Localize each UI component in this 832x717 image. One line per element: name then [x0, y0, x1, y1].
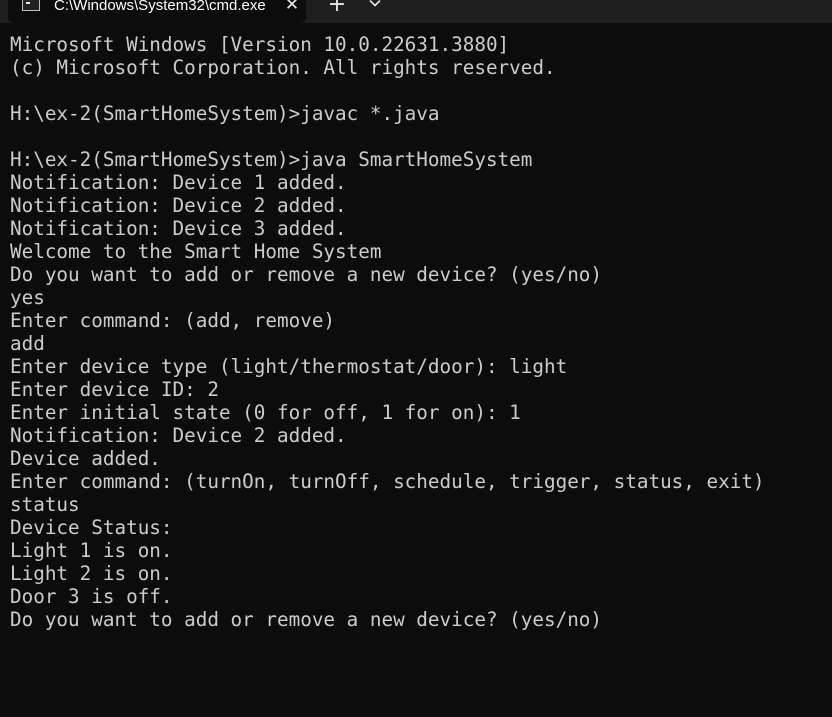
- console-line: yes: [10, 286, 45, 309]
- console-line: Do you want to add or remove a new devic…: [10, 263, 603, 286]
- console-line: Enter device type (light/thermostat/door…: [10, 355, 568, 378]
- console-line: Welcome to the Smart Home System: [10, 240, 382, 263]
- console-line: Notification: Device 2 added.: [10, 424, 347, 447]
- console-line: Do you want to add or remove a new devic…: [10, 608, 603, 631]
- plus-icon[interactable]: +: [322, 0, 352, 18]
- console-line: Light 1 is on.: [10, 539, 173, 562]
- console-line: Device Status:: [10, 516, 173, 539]
- console-output[interactable]: Microsoft Windows [Version 10.0.22631.38…: [10, 33, 828, 713]
- cmd-icon: [22, 0, 40, 11]
- console-line: Notification: Device 3 added.: [10, 217, 347, 240]
- title-bar: C:\Windows\System32\cmd.exe ✕ +: [0, 0, 832, 23]
- console-line: Enter device ID: 2: [10, 378, 219, 401]
- console-line: Enter command: (add, remove): [10, 309, 336, 332]
- console-line: add: [10, 332, 45, 355]
- console-line: Enter initial state (0 for off, 1 for on…: [10, 401, 521, 424]
- tab-title: C:\Windows\System32\cmd.exe: [54, 0, 266, 14]
- chevron-down-icon[interactable]: [362, 0, 388, 16]
- console-line: H:\ex-2(SmartHomeSystem)>javac *.java: [10, 102, 440, 125]
- console-line: Microsoft Windows [Version 10.0.22631.38…: [10, 33, 510, 56]
- console-line: Notification: Device 2 added.: [10, 194, 347, 217]
- console-line: (c) Microsoft Corporation. All rights re…: [10, 56, 556, 79]
- console-line: Light 2 is on.: [10, 562, 173, 585]
- console-line: status: [10, 493, 80, 516]
- tab-cmd[interactable]: C:\Windows\System32\cmd.exe ✕: [8, 0, 306, 23]
- console-line: Notification: Device 1 added.: [10, 171, 347, 194]
- console-line: Door 3 is off.: [10, 585, 173, 608]
- console-line: H:\ex-2(SmartHomeSystem)>java SmartHomeS…: [10, 148, 533, 171]
- console-line: Device added.: [10, 447, 161, 470]
- terminal-window: C:\Windows\System32\cmd.exe ✕ + Microsof…: [0, 0, 832, 717]
- close-icon[interactable]: ✕: [280, 0, 304, 16]
- console-line: Enter command: (turnOn, turnOff, schedul…: [10, 470, 765, 493]
